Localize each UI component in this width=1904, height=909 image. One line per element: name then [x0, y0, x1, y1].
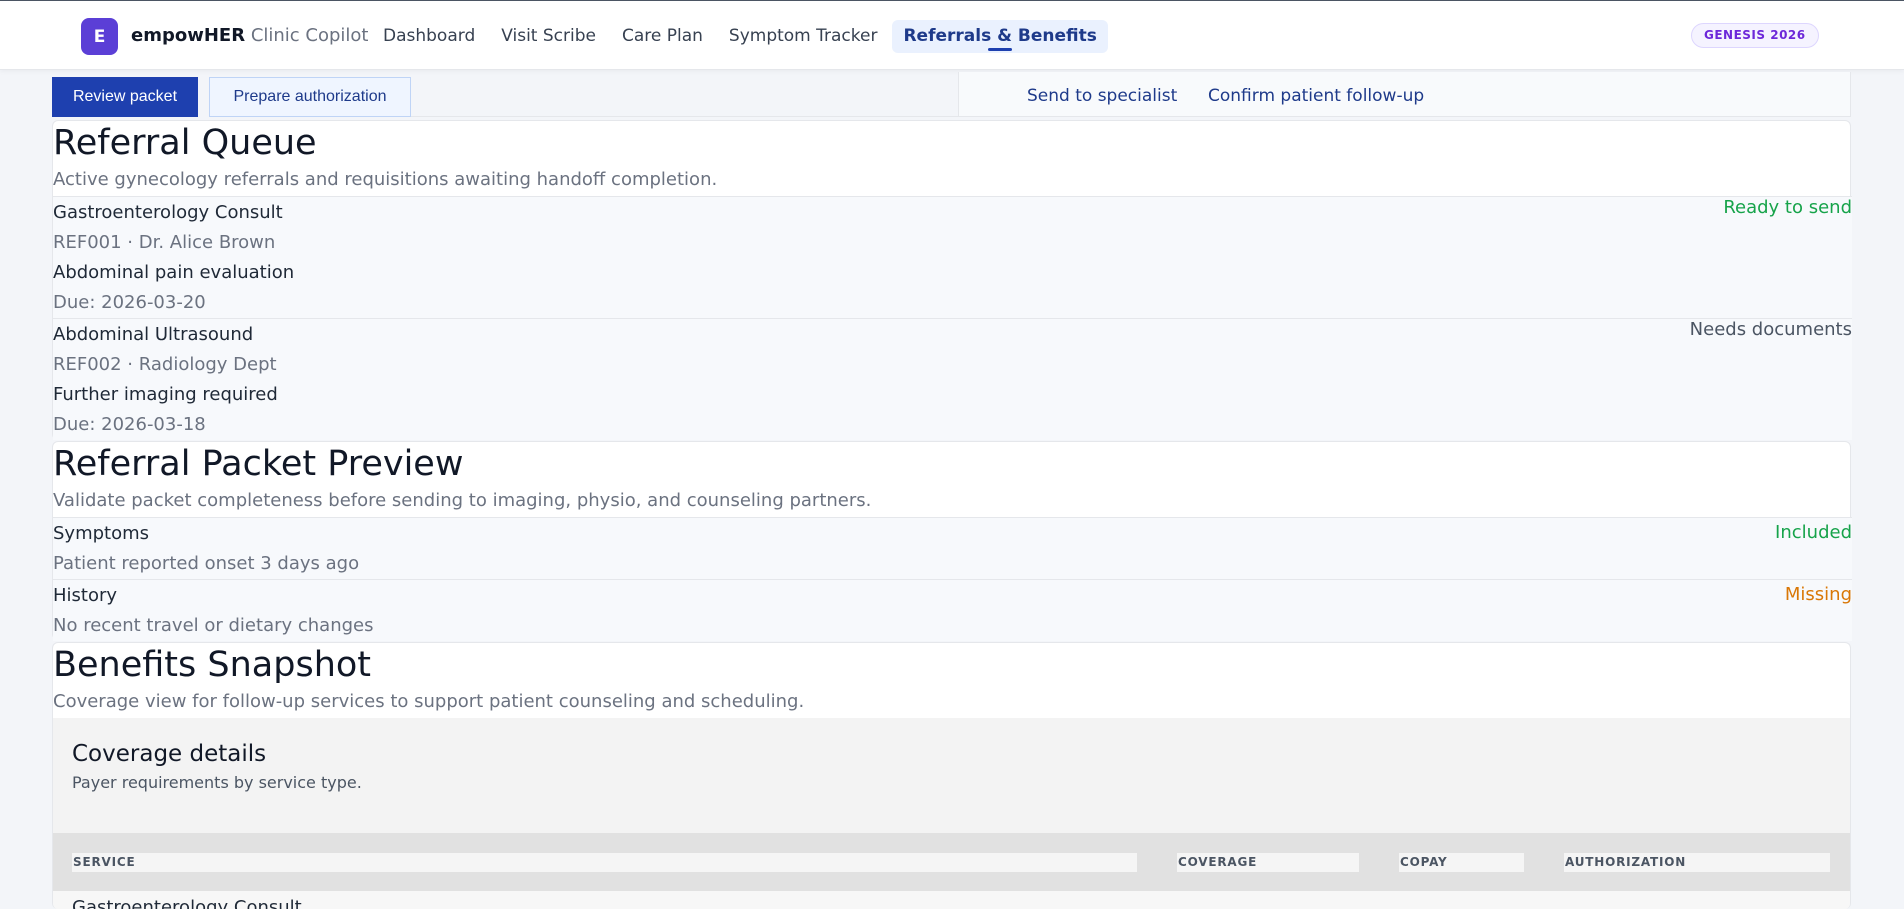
- confirm-follow-up-button[interactable]: Confirm patient follow-up: [1208, 86, 1424, 106]
- packet-section-name: History: [53, 585, 118, 606]
- referral-queue-title: Referral Queue: [53, 123, 317, 163]
- referral-reason: Abdominal pain evaluation: [53, 262, 295, 283]
- nav-tab-care-plan[interactable]: Care Plan: [611, 20, 714, 53]
- review-packet-button[interactable]: Review packet: [52, 77, 198, 117]
- packet-preview-subtitle: Validate packet completeness before send…: [53, 490, 872, 511]
- action-bar-spacer: [411, 72, 994, 117]
- benefits-subtitle: Coverage view for follow-up services to …: [53, 691, 805, 712]
- referral-meta: REF002 · Radiology Dept: [53, 354, 277, 375]
- benefits-title: Benefits Snapshot: [53, 645, 372, 685]
- referral-reason: Further imaging required: [53, 384, 278, 405]
- brand-name: empowHER: [131, 25, 246, 46]
- nav-tab-visit-scribe[interactable]: Visit Scribe: [490, 20, 607, 53]
- referral-item[interactable]: Gastroenterology Consult REF001 · Dr. Al…: [53, 196, 1852, 318]
- service-cell: Gastroenterology Consult: [72, 897, 302, 909]
- benefits-snapshot-card: Benefits Snapshot Coverage view for foll…: [52, 642, 1851, 909]
- referral-meta: REF001 · Dr. Alice Brown: [53, 232, 276, 253]
- referral-due-date: Due: 2026-03-18: [53, 414, 206, 435]
- column-header-copay[interactable]: COPAY: [1399, 853, 1524, 872]
- nav-tab-symptom-tracker[interactable]: Symptom Tracker: [718, 20, 889, 53]
- event-badge: GENESIS 2026: [1691, 23, 1819, 48]
- coverage-details-title: Coverage details: [72, 741, 267, 767]
- main-nav: Dashboard Visit Scribe Care Plan Symptom…: [372, 20, 1108, 53]
- app-title[interactable]: empowHER Clinic Copilot: [131, 25, 369, 46]
- table-row[interactable]: Gastroenterology Consult: [53, 891, 1850, 909]
- top-navigation-bar: E empowHER Clinic Copilot Dashboard Visi…: [0, 0, 1904, 70]
- referral-name: Abdominal Ultrasound: [53, 324, 254, 345]
- packet-preview-title: Referral Packet Preview: [53, 444, 464, 484]
- packet-section-status: Included: [1775, 522, 1852, 543]
- nav-tab-referrals-benefits[interactable]: Referrals & Benefits: [892, 20, 1108, 53]
- send-to-specialist-button[interactable]: Send to specialist: [1027, 86, 1177, 106]
- app-logo-icon[interactable]: E: [81, 18, 118, 55]
- prepare-authorization-button[interactable]: Prepare authorization: [209, 77, 411, 117]
- packet-section-status: Missing: [1784, 584, 1852, 605]
- nav-tab-dashboard[interactable]: Dashboard: [372, 20, 486, 53]
- column-header-coverage[interactable]: COVERAGE: [1177, 853, 1359, 872]
- referral-status: Ready to send: [1723, 197, 1852, 218]
- coverage-details-panel: Coverage details Payer requirements by s…: [53, 718, 1850, 833]
- packet-section-detail: No recent travel or dietary changes: [53, 615, 374, 636]
- packet-section-name: Symptoms: [53, 523, 150, 544]
- action-bar: Review packet Prepare authorization Send…: [52, 72, 1851, 117]
- packet-section-detail: Patient reported onset 3 days ago: [53, 553, 360, 574]
- referral-queue-subtitle: Active gynecology referrals and requisit…: [53, 169, 718, 190]
- coverage-table-header: SERVICE COVERAGE COPAY AUTHORIZATION: [53, 833, 1850, 891]
- packet-section-item[interactable]: History No recent travel or dietary chan…: [53, 579, 1852, 641]
- packet-preview-card: Referral Packet Preview Validate packet …: [52, 441, 1852, 641]
- packet-section-item[interactable]: Symptoms Patient reported onset 3 days a…: [53, 517, 1852, 579]
- handoff-actions: Send to specialist Confirm patient follo…: [958, 72, 1851, 117]
- referral-name: Gastroenterology Consult: [53, 202, 283, 223]
- coverage-details-subtitle: Payer requirements by service type.: [72, 773, 362, 792]
- brand-product: Clinic Copilot: [250, 25, 369, 46]
- referral-status: Needs documents: [1689, 319, 1852, 340]
- column-header-authorization[interactable]: AUTHORIZATION: [1564, 853, 1830, 872]
- referral-due-date: Due: 2026-03-20: [53, 292, 206, 313]
- referral-item[interactable]: Abdominal Ultrasound REF002 · Radiology …: [53, 318, 1852, 440]
- column-header-service[interactable]: SERVICE: [72, 853, 1137, 872]
- referral-queue-card: Referral Queue Active gynecology referra…: [52, 120, 1852, 440]
